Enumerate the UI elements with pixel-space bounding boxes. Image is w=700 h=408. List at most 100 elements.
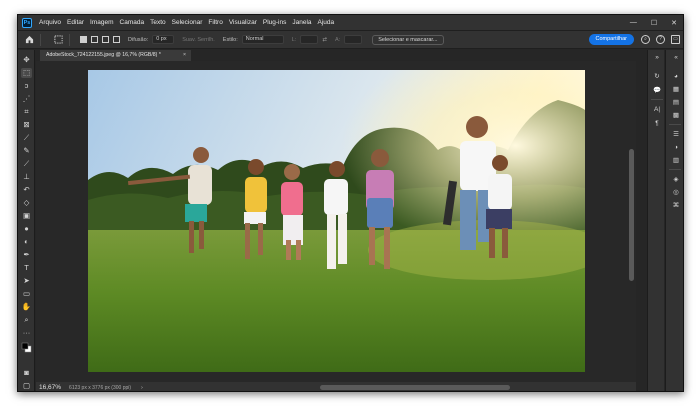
style-label: Estilo: [222,36,238,43]
new-selection-icon[interactable] [80,36,87,43]
libraries-panel-icon[interactable]: ▥ [670,156,682,165]
panel-dock-icons: « ◕ ▦ ▤ ▩ ☰ ◑ ▥ ◈ ◎ ⌘ [665,50,683,391]
menu-ajuda[interactable]: Ajuda [315,19,338,26]
close-window-button[interactable]: ✕ [671,19,677,27]
maximize-button[interactable]: ☐ [651,19,657,27]
feather-input[interactable]: 0 px [152,35,175,44]
more-icon[interactable]: ··· [21,328,32,338]
width-input[interactable] [300,35,319,44]
window-controls: — ☐ ✕ [630,19,683,27]
type-icon[interactable]: T [21,263,32,273]
horizontal-scrollbar-thumb[interactable] [320,385,510,390]
rectangle-icon[interactable]: ▭ [21,289,32,299]
options-bar: Difusão: 0 px Suav. Serrilh. Estilo: Nor… [18,30,683,49]
divider [669,124,681,125]
document-image[interactable] [88,70,585,372]
status-menu-arrow-icon[interactable]: › [141,385,143,391]
comments-panel-icon[interactable]: 💬 [651,86,663,95]
move-icon[interactable]: ✥ [21,55,32,65]
height-label: A: [334,36,341,43]
menu-arquivo[interactable]: Arquivo [36,19,64,26]
height-input[interactable] [344,35,363,44]
color-panel-icon[interactable]: ◕ [670,72,682,81]
menu-bar: Ps Arquivo Editar Imagem Camada Texto Se… [18,15,683,30]
status-bar: 16,67% 6123 px x 3776 px (300 ppi) › [36,382,636,391]
history-brush-icon[interactable]: ↶ [21,185,32,195]
workspace-icon[interactable]: ▭ [671,35,680,44]
canvas-area[interactable] [36,61,636,382]
swatches-panel-icon[interactable]: ▦ [670,85,682,94]
adjustments-panel-icon[interactable]: ◑ [670,143,682,152]
paragraph-panel-icon[interactable]: ¶ [651,119,663,128]
channels-panel-icon[interactable]: ◎ [670,188,682,197]
minimize-button[interactable]: — [630,19,637,27]
history-panel-icon[interactable]: ↻ [651,72,663,81]
marquee-tool-preset-icon[interactable] [53,35,63,45]
menu-selecionar[interactable]: Selecionar [169,19,206,26]
menu-janela[interactable]: Janela [289,19,314,26]
quickmask-icon[interactable]: ◙ [21,368,32,378]
photoshop-window: Ps Arquivo Editar Imagem Camada Texto Se… [17,14,684,392]
dodge-icon[interactable]: ◐ [21,237,32,247]
menu-camada[interactable]: Camada [117,19,148,26]
vertical-scrollbar[interactable] [629,63,634,380]
zoom-icon[interactable]: ⌕ [21,315,32,325]
feather-label: Difusão: [128,36,149,43]
hand-icon[interactable]: ✋ [21,302,32,312]
eyedropper-icon[interactable]: ⟋ [21,133,32,143]
colors-icon[interactable] [21,342,32,353]
gradient-icon[interactable]: ▣ [21,211,32,221]
menu-visualizar[interactable]: Visualizar [226,19,260,26]
vertical-scrollbar-thumb[interactable] [629,149,634,281]
properties-panel-icon[interactable]: ☰ [670,130,682,139]
character-panel-icon[interactable]: A| [651,105,663,114]
path-select-icon[interactable]: ➤ [21,276,32,286]
divider [40,33,41,46]
menu-texto[interactable]: Texto [147,19,169,26]
healing-icon[interactable]: ✎ [21,146,32,156]
menu-editar[interactable]: Editar [64,19,87,26]
menu-plugins[interactable]: Plug-ins [260,19,289,26]
pen-icon[interactable]: ✒ [21,250,32,260]
help-icon[interactable]: ? [656,35,665,44]
document-tab-title: AdobeStock_724122155.jpeg @ 16,7% (RGB/8… [46,52,161,58]
panel-menu-icon[interactable]: « [670,53,682,62]
home-icon[interactable] [24,35,34,45]
intersect-selection-icon[interactable] [113,36,120,43]
brush-icon[interactable]: ⟋ [21,159,32,169]
divider [669,169,681,170]
lasso-icon[interactable]: ↄ [21,81,32,91]
document-tab[interactable]: AdobeStock_724122155.jpeg @ 16,7% (RGB/8… [40,50,191,61]
quick-select-icon[interactable]: ⋰ [21,94,32,104]
patterns-panel-icon[interactable]: ▩ [670,111,682,120]
crop-icon[interactable]: ⌗ [21,107,32,117]
add-selection-icon[interactable] [91,36,98,43]
antialias-checkbox[interactable]: Suav. Serrilh. [182,37,215,43]
paths-panel-icon[interactable]: ⌘ [670,201,682,210]
blur-icon[interactable]: ● [21,224,32,234]
document-dimensions: 6123 px x 3776 px (300 ppi) [69,384,132,391]
style-select[interactable]: Normal [241,35,284,44]
zoom-level[interactable]: 16,67% [39,384,61,391]
frame-icon[interactable]: ⊠ [21,120,32,130]
panel-menu-icon[interactable]: » [651,53,663,62]
menu-filtro[interactable]: Filtro [205,19,225,26]
screenmode-icon[interactable]: ▢ [21,381,32,391]
panel-dock-collapsed: » ↻ 💬 A| ¶ [647,50,664,391]
photo-kids-running [88,70,585,372]
width-label: L: [291,36,297,43]
menu-imagem[interactable]: Imagem [87,19,116,26]
share-button[interactable]: Compartilhar [588,34,634,45]
swap-icon[interactable]: ⇄ [322,37,327,43]
stamp-icon[interactable]: ⊥ [21,172,32,182]
gradients-panel-icon[interactable]: ▤ [670,98,682,107]
subtract-selection-icon[interactable] [102,36,109,43]
photoshop-logo-icon: Ps [22,17,32,28]
divider [651,99,663,100]
eraser-icon[interactable]: ◇ [21,198,32,208]
select-and-mask-button[interactable]: Selecionar e mascarar... [372,34,444,45]
marquee-icon[interactable]: ⬚ [21,68,32,78]
layers-panel-icon[interactable]: ◈ [670,175,682,184]
close-tab-icon[interactable]: × [183,50,186,61]
search-icon[interactable]: ⌕ [641,35,650,44]
